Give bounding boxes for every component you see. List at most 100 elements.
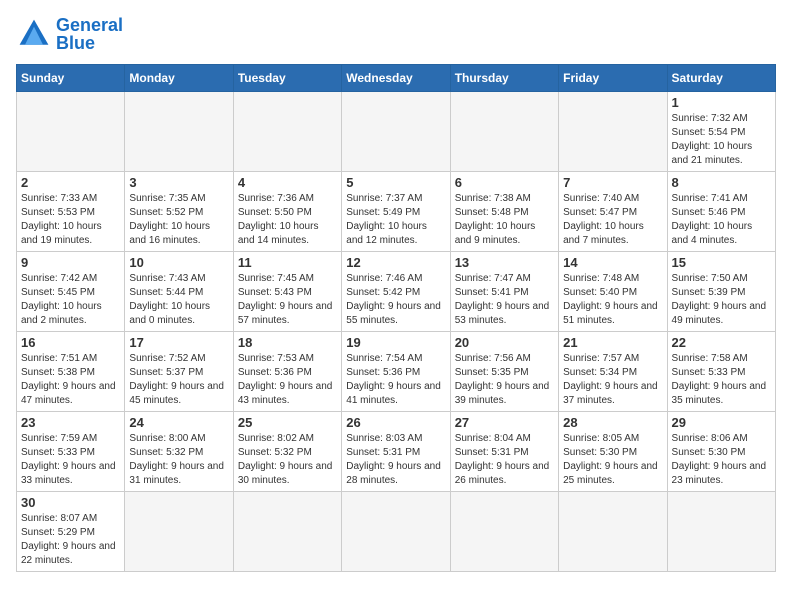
- day-info: Sunrise: 8:00 AM Sunset: 5:32 PM Dayligh…: [129, 432, 228, 488]
- day-cell: 30 Sunrise: 8:07 AM Sunset: 5:29 PM Dayli…: [17, 492, 125, 572]
- day-number: 11: [238, 255, 337, 270]
- col-header-saturday: Saturday: [667, 65, 775, 92]
- day-cell: 28Sunrise: 8:05 AM Sunset: 5:30 PM Dayli…: [559, 412, 667, 492]
- week-row-3: 16 Sunrise: 7:51 AM Sunset: 5:38 PM Dayli…: [17, 332, 776, 412]
- day-info: Sunrise: 7:48 AM Sunset: 5:40 PM Dayligh…: [563, 272, 662, 328]
- day-info: Sunrise: 7:57 AM Sunset: 5:34 PM Dayligh…: [563, 352, 662, 408]
- day-cell: [450, 492, 558, 572]
- day-cell: [450, 92, 558, 172]
- day-number: 2: [21, 175, 120, 190]
- day-cell: 16 Sunrise: 7:51 AM Sunset: 5:38 PM Dayli…: [17, 332, 125, 412]
- day-cell: 1 Sunrise: 7:32 AM Sunset: 5:54 PM Daylig…: [667, 92, 775, 172]
- day-cell: 20Sunrise: 7:56 AM Sunset: 5:35 PM Dayli…: [450, 332, 558, 412]
- day-cell: 26Sunrise: 8:03 AM Sunset: 5:31 PM Dayli…: [342, 412, 450, 492]
- day-cell: 6Sunrise: 7:38 AM Sunset: 5:48 PM Daylig…: [450, 172, 558, 252]
- week-row-4: 23 Sunrise: 7:59 AM Sunset: 5:33 PM Dayli…: [17, 412, 776, 492]
- day-info: Sunrise: 7:40 AM Sunset: 5:47 PM Dayligh…: [563, 192, 662, 248]
- day-number: 6: [455, 175, 554, 190]
- day-cell: [233, 92, 341, 172]
- day-cell: [667, 492, 775, 572]
- day-info: Sunrise: 7:37 AM Sunset: 5:49 PM Dayligh…: [346, 192, 445, 248]
- day-number: 10: [129, 255, 228, 270]
- col-header-monday: Monday: [125, 65, 233, 92]
- day-cell: 12Sunrise: 7:46 AM Sunset: 5:42 PM Dayli…: [342, 252, 450, 332]
- day-number: 1: [672, 95, 771, 110]
- logo-text: GeneralBlue: [56, 16, 123, 52]
- week-row-0: 1 Sunrise: 7:32 AM Sunset: 5:54 PM Daylig…: [17, 92, 776, 172]
- day-cell: 23 Sunrise: 7:59 AM Sunset: 5:33 PM Dayli…: [17, 412, 125, 492]
- day-cell: 29 Sunrise: 8:06 AM Sunset: 5:30 PM Dayli…: [667, 412, 775, 492]
- day-info: Sunrise: 7:33 AM Sunset: 5:53 PM Dayligh…: [21, 192, 120, 248]
- day-cell: [17, 92, 125, 172]
- day-cell: 11 Sunrise: 7:45 AM Sunset: 5:43 PM Dayli…: [233, 252, 341, 332]
- day-number: 8: [672, 175, 771, 190]
- day-number: 9: [21, 255, 120, 270]
- day-info: Sunrise: 7:43 AM Sunset: 5:44 PM Dayligh…: [129, 272, 228, 328]
- day-cell: 5Sunrise: 7:37 AM Sunset: 5:49 PM Daylig…: [342, 172, 450, 252]
- day-number: 29: [672, 415, 771, 430]
- day-cell: 10 Sunrise: 7:43 AM Sunset: 5:44 PM Dayli…: [125, 252, 233, 332]
- day-number: 15: [672, 255, 771, 270]
- day-info: Sunrise: 7:47 AM Sunset: 5:41 PM Dayligh…: [455, 272, 554, 328]
- day-cell: [125, 492, 233, 572]
- col-header-sunday: Sunday: [17, 65, 125, 92]
- day-cell: [559, 92, 667, 172]
- day-cell: 18Sunrise: 7:53 AM Sunset: 5:36 PM Dayli…: [233, 332, 341, 412]
- day-cell: [233, 492, 341, 572]
- day-number: 14: [563, 255, 662, 270]
- day-cell: 21Sunrise: 7:57 AM Sunset: 5:34 PM Dayli…: [559, 332, 667, 412]
- day-number: 23: [21, 415, 120, 430]
- day-number: 13: [455, 255, 554, 270]
- day-info: Sunrise: 8:07 AM Sunset: 5:29 PM Dayligh…: [21, 512, 120, 568]
- col-header-thursday: Thursday: [450, 65, 558, 92]
- day-info: Sunrise: 8:02 AM Sunset: 5:32 PM Dayligh…: [238, 432, 337, 488]
- day-cell: 3Sunrise: 7:35 AM Sunset: 5:52 PM Daylig…: [125, 172, 233, 252]
- day-number: 16: [21, 335, 120, 350]
- day-number: 17: [129, 335, 228, 350]
- day-info: Sunrise: 7:50 AM Sunset: 5:39 PM Dayligh…: [672, 272, 771, 328]
- day-number: 24: [129, 415, 228, 430]
- day-info: Sunrise: 7:41 AM Sunset: 5:46 PM Dayligh…: [672, 192, 771, 248]
- week-row-2: 9 Sunrise: 7:42 AM Sunset: 5:45 PM Daylig…: [17, 252, 776, 332]
- day-number: 30: [21, 495, 120, 510]
- header: GeneralBlue: [16, 16, 776, 52]
- day-cell: 13 Sunrise: 7:47 AM Sunset: 5:41 PM Dayli…: [450, 252, 558, 332]
- day-info: Sunrise: 8:04 AM Sunset: 5:31 PM Dayligh…: [455, 432, 554, 488]
- calendar-body: 1 Sunrise: 7:32 AM Sunset: 5:54 PM Daylig…: [17, 92, 776, 572]
- day-info: Sunrise: 7:54 AM Sunset: 5:36 PM Dayligh…: [346, 352, 445, 408]
- day-cell: 27 Sunrise: 8:04 AM Sunset: 5:31 PM Dayli…: [450, 412, 558, 492]
- day-cell: 8 Sunrise: 7:41 AM Sunset: 5:46 PM Daylig…: [667, 172, 775, 252]
- week-row-5: 30 Sunrise: 8:07 AM Sunset: 5:29 PM Dayli…: [17, 492, 776, 572]
- calendar-header-row: SundayMondayTuesdayWednesdayThursdayFrid…: [17, 65, 776, 92]
- week-row-1: 2 Sunrise: 7:33 AM Sunset: 5:53 PM Daylig…: [17, 172, 776, 252]
- day-info: Sunrise: 7:42 AM Sunset: 5:45 PM Dayligh…: [21, 272, 120, 328]
- day-cell: 9 Sunrise: 7:42 AM Sunset: 5:45 PM Daylig…: [17, 252, 125, 332]
- col-header-tuesday: Tuesday: [233, 65, 341, 92]
- day-cell: 22Sunrise: 7:58 AM Sunset: 5:33 PM Dayli…: [667, 332, 775, 412]
- day-cell: [125, 92, 233, 172]
- day-cell: 19 Sunrise: 7:54 AM Sunset: 5:36 PM Dayli…: [342, 332, 450, 412]
- day-info: Sunrise: 7:32 AM Sunset: 5:54 PM Dayligh…: [672, 112, 771, 168]
- day-info: Sunrise: 7:56 AM Sunset: 5:35 PM Dayligh…: [455, 352, 554, 408]
- day-info: Sunrise: 7:53 AM Sunset: 5:36 PM Dayligh…: [238, 352, 337, 408]
- logo: GeneralBlue: [16, 16, 123, 52]
- day-info: Sunrise: 8:06 AM Sunset: 5:30 PM Dayligh…: [672, 432, 771, 488]
- day-number: 27: [455, 415, 554, 430]
- day-number: 28: [563, 415, 662, 430]
- day-number: 3: [129, 175, 228, 190]
- day-number: 12: [346, 255, 445, 270]
- calendar: SundayMondayTuesdayWednesdayThursdayFrid…: [16, 64, 776, 572]
- day-cell: 7 Sunrise: 7:40 AM Sunset: 5:47 PM Daylig…: [559, 172, 667, 252]
- day-cell: 17 Sunrise: 7:52 AM Sunset: 5:37 PM Dayli…: [125, 332, 233, 412]
- day-cell: 14 Sunrise: 7:48 AM Sunset: 5:40 PM Dayli…: [559, 252, 667, 332]
- day-number: 7: [563, 175, 662, 190]
- day-number: 19: [346, 335, 445, 350]
- day-info: Sunrise: 7:51 AM Sunset: 5:38 PM Dayligh…: [21, 352, 120, 408]
- day-info: Sunrise: 7:59 AM Sunset: 5:33 PM Dayligh…: [21, 432, 120, 488]
- day-cell: 24 Sunrise: 8:00 AM Sunset: 5:32 PM Dayli…: [125, 412, 233, 492]
- day-info: Sunrise: 7:45 AM Sunset: 5:43 PM Dayligh…: [238, 272, 337, 328]
- day-cell: 25Sunrise: 8:02 AM Sunset: 5:32 PM Dayli…: [233, 412, 341, 492]
- day-info: Sunrise: 7:52 AM Sunset: 5:37 PM Dayligh…: [129, 352, 228, 408]
- day-info: Sunrise: 7:58 AM Sunset: 5:33 PM Dayligh…: [672, 352, 771, 408]
- day-cell: [342, 92, 450, 172]
